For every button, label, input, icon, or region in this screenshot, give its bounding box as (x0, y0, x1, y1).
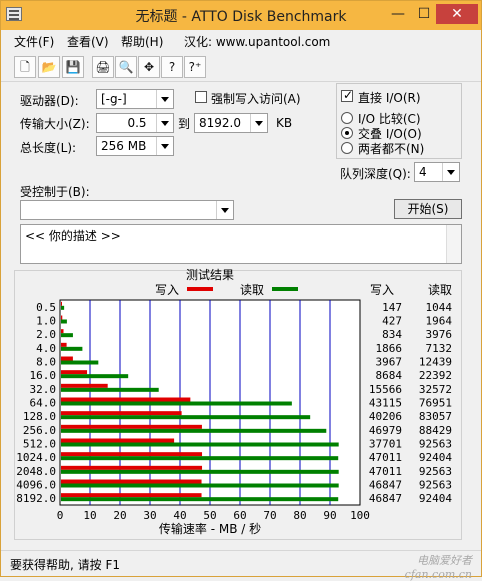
read-bar (61, 374, 129, 379)
legend-label: 读取 (240, 283, 264, 297)
write-value-label: 427 (382, 315, 402, 328)
read-bar (61, 442, 339, 447)
write-bar (61, 424, 202, 429)
column-header-write: 写入 (370, 283, 394, 297)
read-bar (61, 305, 65, 310)
write-bar (61, 452, 203, 457)
x-tick-label: 50 (203, 509, 216, 522)
x-tick-label: 0 (57, 509, 64, 522)
write-bar (61, 479, 202, 484)
read-value-label: 76951 (419, 397, 452, 410)
write-bar (61, 315, 63, 320)
chart-title: 测试结果 (186, 267, 234, 282)
write-value-label: 40206 (369, 410, 402, 423)
write-value-label: 147 (382, 301, 402, 314)
read-bar (61, 360, 99, 365)
read-value-label: 3976 (426, 328, 453, 341)
category-label: 2.0 (36, 328, 56, 341)
read-value-label: 92563 (419, 465, 452, 478)
status-text: 要获得帮助, 请按 F1 (10, 558, 120, 572)
results-chart: 测试结果写入 读取 写入 读取0 10 20 30 40 50 60 70 80 90 100传输速率 -… (16, 267, 453, 536)
category-label: 8192.0 (16, 492, 56, 505)
legend-swatch (272, 287, 298, 291)
read-value-label: 92404 (419, 451, 452, 464)
write-value-label: 3967 (376, 356, 403, 369)
x-axis-label: 传输速率 - MB / 秒 (159, 521, 261, 536)
read-value-label: 32572 (419, 383, 452, 396)
read-value-label: 88429 (419, 424, 452, 437)
read-bar (61, 387, 159, 392)
read-value-label: 12439 (419, 356, 452, 369)
category-label: 0.5 (36, 301, 56, 314)
category-label: 32.0 (30, 383, 57, 396)
write-bar (61, 438, 175, 443)
write-value-label: 8684 (376, 369, 403, 382)
category-label: 512.0 (23, 438, 56, 451)
category-label: 2048.0 (16, 465, 56, 478)
read-value-label: 92404 (419, 492, 452, 505)
write-bar (61, 465, 203, 470)
write-bar (61, 411, 182, 416)
write-value-label: 46847 (369, 492, 402, 505)
read-value-label: 7132 (426, 342, 453, 355)
read-value-label: 92563 (419, 438, 452, 451)
read-value-label: 83057 (419, 410, 452, 423)
write-value-label: 47011 (369, 451, 402, 464)
x-tick-label: 10 (83, 509, 96, 522)
write-value-label: 46979 (369, 424, 402, 437)
x-tick-label: 60 (233, 509, 246, 522)
write-value-label: 47011 (369, 465, 402, 478)
category-label: 8.0 (36, 356, 56, 369)
write-value-label: 43115 (369, 397, 402, 410)
x-tick-label: 90 (323, 509, 336, 522)
x-tick-label: 80 (293, 509, 306, 522)
write-bar (61, 383, 108, 388)
write-bar (61, 301, 62, 306)
column-header-read: 读取 (428, 283, 452, 297)
read-bar (61, 319, 67, 324)
x-tick-label: 100 (350, 509, 370, 522)
write-bar (61, 397, 191, 402)
read-bar (61, 428, 327, 433)
x-tick-label: 30 (143, 509, 156, 522)
x-tick-label: 20 (113, 509, 126, 522)
write-bar (61, 342, 67, 347)
write-value-label: 834 (382, 328, 402, 341)
category-label: 1.0 (36, 315, 56, 328)
read-bar (61, 456, 339, 461)
write-bar (61, 356, 73, 361)
read-bar (61, 346, 83, 351)
write-bar (61, 370, 88, 375)
read-bar (61, 401, 292, 406)
read-bar (61, 415, 311, 420)
category-label: 4096.0 (16, 479, 56, 492)
category-label: 64.0 (30, 397, 57, 410)
category-label: 1024.0 (16, 451, 56, 464)
legend-swatch (187, 287, 213, 291)
read-value-label: 22392 (419, 369, 452, 382)
x-tick-label: 40 (173, 509, 186, 522)
read-value-label: 92563 (419, 479, 452, 492)
read-bar (61, 497, 339, 502)
write-value-label: 15566 (369, 383, 402, 396)
read-value-label: 1964 (426, 315, 453, 328)
write-value-label: 1866 (376, 342, 403, 355)
write-value-label: 46847 (369, 479, 402, 492)
read-bar (61, 483, 339, 488)
x-tick-label: 70 (263, 509, 276, 522)
category-label: 128.0 (23, 410, 56, 423)
category-label: 256.0 (23, 424, 56, 437)
write-bar (61, 493, 202, 498)
category-label: 4.0 (36, 342, 56, 355)
read-bar (61, 469, 339, 474)
read-value-label: 1044 (426, 301, 453, 314)
read-bar (61, 333, 73, 338)
legend-label: 写入 (155, 283, 179, 297)
category-label: 16.0 (30, 369, 57, 382)
write-bar (61, 329, 64, 334)
write-value-label: 37701 (369, 438, 402, 451)
